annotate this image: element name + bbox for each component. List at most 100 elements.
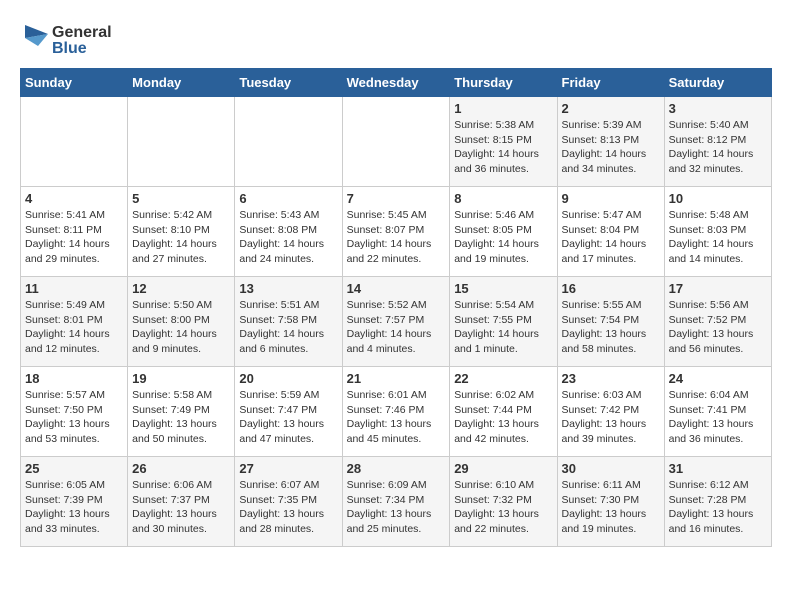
day-number: 25 [25,461,123,476]
calendar-cell: 10 Sunrise: 5:48 AM Sunset: 8:03 PM Dayli… [664,187,771,277]
day-info: Sunrise: 5:39 AM Sunset: 8:13 PM Dayligh… [562,118,660,177]
day-info: Sunrise: 6:06 AM Sunset: 7:37 PM Dayligh… [132,478,230,537]
day-info: Sunrise: 5:57 AM Sunset: 7:50 PM Dayligh… [25,388,123,447]
calendar-cell: 11Sunrise: 5:49 AM Sunset: 8:01 PM Dayli… [21,277,128,367]
calendar-cell: 3Sunrise: 5:40 AM Sunset: 8:12 PM Daylig… [664,97,771,187]
calendar-cell: 2 Sunrise: 5:39 AM Sunset: 8:13 PM Daylig… [557,97,664,187]
day-info: Sunrise: 5:56 AM Sunset: 7:52 PM Dayligh… [669,298,767,357]
calendar-cell: 29 Sunrise: 6:10 AM Sunset: 7:32 PM Dayli… [450,457,557,547]
calendar-cell: 25 Sunrise: 6:05 AM Sunset: 7:39 PM Dayli… [21,457,128,547]
day-number: 31 [669,461,767,476]
calendar-cell: 19 Sunrise: 5:58 AM Sunset: 7:49 PM Dayli… [128,367,235,457]
calendar-cell: 21Sunrise: 6:01 AM Sunset: 7:46 PM Dayli… [342,367,450,457]
calendar-cell: 24 Sunrise: 6:04 AM Sunset: 7:41 PM Dayli… [664,367,771,457]
weekday-header: Wednesday [342,69,450,97]
day-info: Sunrise: 5:48 AM Sunset: 8:03 PM Dayligh… [669,208,767,267]
day-info: Sunrise: 5:51 AM Sunset: 7:58 PM Dayligh… [239,298,337,357]
weekday-header: Saturday [664,69,771,97]
day-info: Sunrise: 5:43 AM Sunset: 8:08 PM Dayligh… [239,208,337,267]
calendar-cell [235,97,342,187]
calendar-week-row: 18 Sunrise: 5:57 AM Sunset: 7:50 PM Dayli… [21,367,772,457]
day-number: 18 [25,371,123,386]
day-info: Sunrise: 6:12 AM Sunset: 7:28 PM Dayligh… [669,478,767,537]
calendar-cell [21,97,128,187]
weekday-header: Sunday [21,69,128,97]
calendar-week-row: 1 Sunrise: 5:38 AM Sunset: 8:15 PM Daylig… [21,97,772,187]
calendar-week-row: 4Sunrise: 5:41 AM Sunset: 8:11 PM Daylig… [21,187,772,277]
weekday-header: Thursday [450,69,557,97]
day-info: Sunrise: 6:04 AM Sunset: 7:41 PM Dayligh… [669,388,767,447]
day-number: 19 [132,371,230,386]
day-info: Sunrise: 6:05 AM Sunset: 7:39 PM Dayligh… [25,478,123,537]
day-number: 24 [669,371,767,386]
weekday-header: Friday [557,69,664,97]
calendar-cell: 13 Sunrise: 5:51 AM Sunset: 7:58 PM Dayli… [235,277,342,367]
calendar-cell: 6 Sunrise: 5:43 AM Sunset: 8:08 PM Daylig… [235,187,342,277]
day-info: Sunrise: 6:03 AM Sunset: 7:42 PM Dayligh… [562,388,660,447]
day-number: 6 [239,191,337,206]
calendar-cell: 16 Sunrise: 5:55 AM Sunset: 7:54 PM Dayli… [557,277,664,367]
day-number: 30 [562,461,660,476]
calendar-cell: 20 Sunrise: 5:59 AM Sunset: 7:47 PM Dayli… [235,367,342,457]
day-number: 14 [347,281,446,296]
day-number: 12 [132,281,230,296]
calendar-cell: 8Sunrise: 5:46 AM Sunset: 8:05 PM Daylig… [450,187,557,277]
day-info: Sunrise: 5:54 AM Sunset: 7:55 PM Dayligh… [454,298,552,357]
day-number: 15 [454,281,552,296]
calendar-cell: 4Sunrise: 5:41 AM Sunset: 8:11 PM Daylig… [21,187,128,277]
calendar-cell: 14 Sunrise: 5:52 AM Sunset: 7:57 PM Dayli… [342,277,450,367]
calendar-cell: 27 Sunrise: 6:07 AM Sunset: 7:35 PM Dayli… [235,457,342,547]
day-number: 29 [454,461,552,476]
day-info: Sunrise: 5:38 AM Sunset: 8:15 PM Dayligh… [454,118,552,177]
day-info: Sunrise: 6:01 AM Sunset: 7:46 PM Dayligh… [347,388,446,447]
day-number: 13 [239,281,337,296]
day-number: 1 [454,101,552,116]
day-info: Sunrise: 6:07 AM Sunset: 7:35 PM Dayligh… [239,478,337,537]
calendar-cell: 26Sunrise: 6:06 AM Sunset: 7:37 PM Dayli… [128,457,235,547]
weekday-header: Monday [128,69,235,97]
calendar-header-row: SundayMondayTuesdayWednesdayThursdayFrid… [21,69,772,97]
calendar-cell: 17Sunrise: 5:56 AM Sunset: 7:52 PM Dayli… [664,277,771,367]
day-number: 10 [669,191,767,206]
calendar-cell: 18 Sunrise: 5:57 AM Sunset: 7:50 PM Dayli… [21,367,128,457]
day-number: 27 [239,461,337,476]
day-info: Sunrise: 5:49 AM Sunset: 8:01 PM Dayligh… [25,298,123,357]
calendar-cell: 22 Sunrise: 6:02 AM Sunset: 7:44 PM Dayli… [450,367,557,457]
calendar-cell: 7 Sunrise: 5:45 AM Sunset: 8:07 PM Daylig… [342,187,450,277]
page-header: GeneralBlue [20,20,772,58]
calendar-week-row: 25 Sunrise: 6:05 AM Sunset: 7:39 PM Dayli… [21,457,772,547]
day-info: Sunrise: 5:42 AM Sunset: 8:10 PM Dayligh… [132,208,230,267]
day-info: Sunrise: 5:55 AM Sunset: 7:54 PM Dayligh… [562,298,660,357]
day-number: 23 [562,371,660,386]
svg-text:Blue: Blue [52,40,87,57]
day-number: 7 [347,191,446,206]
day-info: Sunrise: 6:10 AM Sunset: 7:32 PM Dayligh… [454,478,552,537]
day-number: 16 [562,281,660,296]
svg-text:General: General [52,24,112,41]
calendar-cell: 5Sunrise: 5:42 AM Sunset: 8:10 PM Daylig… [128,187,235,277]
day-number: 4 [25,191,123,206]
calendar-cell: 1 Sunrise: 5:38 AM Sunset: 8:15 PM Daylig… [450,97,557,187]
day-number: 2 [562,101,660,116]
day-info: Sunrise: 5:58 AM Sunset: 7:49 PM Dayligh… [132,388,230,447]
day-number: 20 [239,371,337,386]
calendar-cell [128,97,235,187]
calendar-cell: 30Sunrise: 6:11 AM Sunset: 7:30 PM Dayli… [557,457,664,547]
day-info: Sunrise: 5:52 AM Sunset: 7:57 PM Dayligh… [347,298,446,357]
day-number: 3 [669,101,767,116]
day-info: Sunrise: 5:46 AM Sunset: 8:05 PM Dayligh… [454,208,552,267]
logo-svg: GeneralBlue [20,20,115,58]
day-info: Sunrise: 6:09 AM Sunset: 7:34 PM Dayligh… [347,478,446,537]
calendar-cell: 23 Sunrise: 6:03 AM Sunset: 7:42 PM Dayli… [557,367,664,457]
day-info: Sunrise: 5:59 AM Sunset: 7:47 PM Dayligh… [239,388,337,447]
day-info: Sunrise: 5:45 AM Sunset: 8:07 PM Dayligh… [347,208,446,267]
day-number: 9 [562,191,660,206]
calendar-cell: 9Sunrise: 5:47 AM Sunset: 8:04 PM Daylig… [557,187,664,277]
day-info: Sunrise: 6:02 AM Sunset: 7:44 PM Dayligh… [454,388,552,447]
calendar-cell: 31 Sunrise: 6:12 AM Sunset: 7:28 PM Dayli… [664,457,771,547]
calendar-cell: 12Sunrise: 5:50 AM Sunset: 8:00 PM Dayli… [128,277,235,367]
day-number: 28 [347,461,446,476]
calendar-cell: 15 Sunrise: 5:54 AM Sunset: 7:55 PM Dayli… [450,277,557,367]
day-number: 22 [454,371,552,386]
calendar-table: SundayMondayTuesdayWednesdayThursdayFrid… [20,68,772,547]
